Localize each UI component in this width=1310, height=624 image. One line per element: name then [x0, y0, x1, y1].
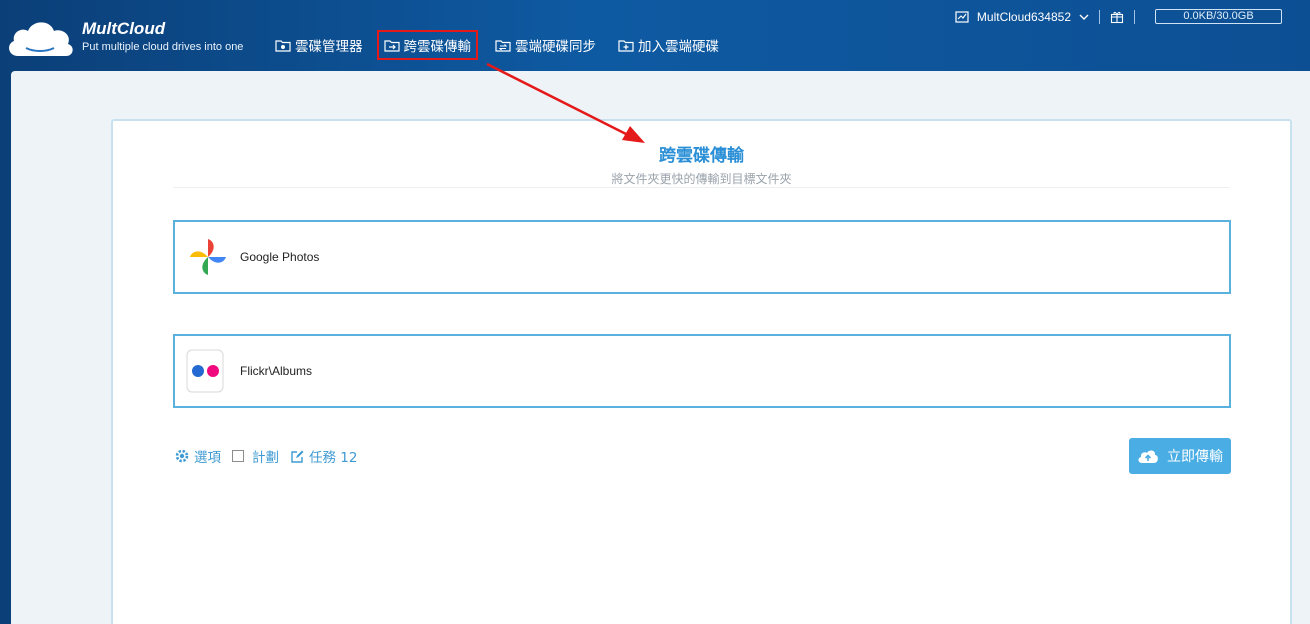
edit-icon: [291, 450, 304, 463]
schedule-checkbox[interactable]: [232, 450, 244, 462]
tasks-button[interactable]: 任務 12: [290, 446, 357, 466]
folder-add-icon: [618, 39, 634, 52]
divider: [173, 187, 1230, 188]
nav-label: 跨雲碟傳輸: [403, 39, 472, 55]
transfer-options: 選項 計劃 任務 12: [174, 446, 368, 466]
cloud-upload-icon: [1138, 450, 1158, 463]
storage-quota[interactable]: 0.0KB/30.0GB: [1155, 9, 1282, 24]
chevron-down-icon[interactable]: [1079, 13, 1089, 21]
top-header: MultCloud Put multiple cloud drives into…: [0, 0, 1310, 70]
divider: [1099, 9, 1100, 24]
nav-label: 雲碟管理器: [295, 39, 363, 55]
account-username[interactable]: MultCloud634852: [977, 10, 1071, 24]
nav-cloud-manager[interactable]: 雲碟管理器: [270, 30, 368, 60]
transfer-now-button[interactable]: 立即傳輸: [1129, 438, 1231, 474]
page-title: 跨雲碟傳輸: [659, 146, 744, 166]
nav-label: 加入雲端硬碟: [638, 39, 719, 55]
page-subtitle: 將文件夾更快的傳輸到目標文件夾: [611, 172, 792, 186]
monitor-chart-icon: [955, 10, 969, 23]
transfer-card: 跨雲碟傳輸 將文件夾更快的傳輸到目標文件夾 Google Photos Flic…: [111, 119, 1292, 624]
nav-cloud-sync[interactable]: 雲端硬碟同步: [490, 30, 601, 60]
source-label: Google Photos: [240, 250, 320, 264]
nav-label: 雲端硬碟同步: [515, 39, 596, 55]
tasks-label: 任務 12: [309, 450, 358, 466]
destination-label: Flickr\Albums: [240, 364, 313, 378]
brand-tagline: Put multiple cloud drives into one: [82, 41, 244, 53]
main-nav: 雲碟管理器 跨雲碟傳輸 雲端硬碟同步 加入雲端硬碟: [270, 30, 736, 60]
gear-icon: [175, 449, 189, 463]
folder-transfer-icon: [383, 39, 400, 52]
schedule-option[interactable]: 計劃: [232, 446, 279, 466]
divider: [1134, 9, 1135, 24]
nav-cloud-transfer[interactable]: 跨雲碟傳輸: [376, 30, 478, 60]
schedule-label: 計劃: [252, 450, 279, 466]
nav-add-cloud[interactable]: 加入雲端硬碟: [613, 30, 724, 60]
flickr-icon: [186, 349, 224, 393]
options-button[interactable]: 選項: [174, 446, 221, 466]
brand-name: MultCloud: [82, 19, 166, 38]
multcloud-logo-icon[interactable]: [4, 12, 76, 60]
transfer-now-label: 立即傳輸: [1167, 449, 1223, 465]
google-photos-icon: [190, 239, 226, 275]
folder-sync-icon: [495, 39, 511, 52]
folder-gear-icon: [275, 39, 291, 52]
destination-selector[interactable]: Flickr\Albums: [173, 334, 1231, 408]
account-bar: MultCloud634852 0.0KB/30.0GB: [955, 9, 1282, 24]
options-label: 選項: [194, 450, 221, 466]
gift-icon[interactable]: [1110, 10, 1124, 24]
source-selector[interactable]: Google Photos: [173, 220, 1231, 294]
brand: MultCloud Put multiple cloud drives into…: [82, 19, 244, 54]
